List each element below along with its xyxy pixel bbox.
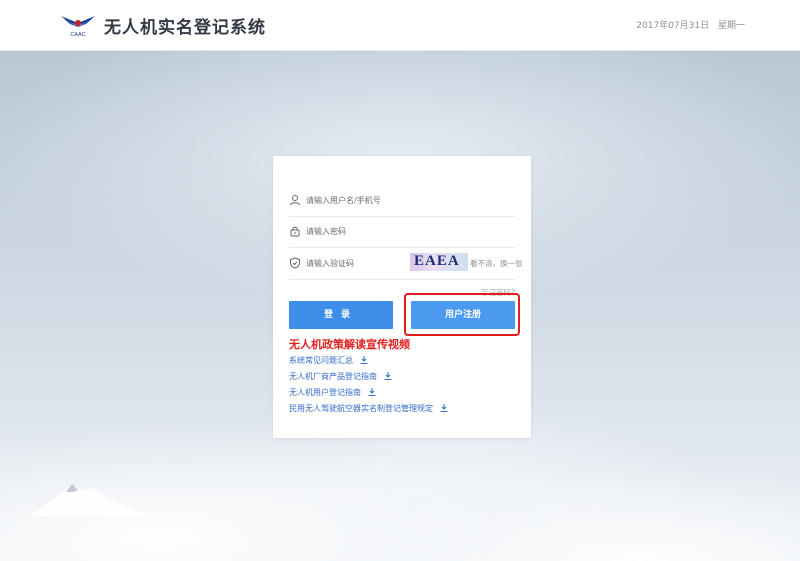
username-placeholder: 请输入用户名/手机号 <box>306 196 381 205</box>
download-links-list: 系统常见问题汇总 无人机厂商产品登记指南 无人机用户登记指南 民用无人驾驶航空器… <box>289 353 448 417</box>
download-link-faq[interactable]: 系统常见问题汇总 <box>289 353 448 369</box>
download-link-user-guide[interactable]: 无人机用户登记指南 <box>289 385 448 401</box>
captcha-field[interactable]: 请输入验证码 EAEA 看不清，换一张 <box>289 249 523 280</box>
download-icon <box>440 404 448 412</box>
mountain-peak-decoration <box>30 484 150 516</box>
download-link-label: 无人机用户登记指南 <box>289 388 361 397</box>
logo-text: CAAC <box>70 32 85 38</box>
weekday-text: 星期一 <box>717 21 745 31</box>
download-icon <box>368 388 376 396</box>
captcha-image[interactable]: EAEA <box>410 253 468 271</box>
header: CAAC 无人机实名登记系统 2017年07月31日 星期一 <box>0 0 800 51</box>
app-title: 无人机实名登记系统 <box>104 18 266 38</box>
login-button[interactable]: 登录 <box>289 301 393 329</box>
download-icon <box>384 372 392 380</box>
user-icon <box>290 195 300 206</box>
login-card: 请输入用户名/手机号 请输入密码 请输入验证码 EAEA 看不清，换一张 忘记密… <box>273 156 531 438</box>
shield-icon <box>290 257 300 269</box>
download-link-regulation[interactable]: 民用无人驾驶航空器实名制登记管理规定 <box>289 401 448 417</box>
date-text: 2017年07月31日 <box>636 21 710 31</box>
lock-icon <box>290 226 300 237</box>
download-link-label: 无人机厂商产品登记指南 <box>289 372 377 381</box>
register-highlight-box <box>404 293 520 336</box>
password-field[interactable]: 请输入密码 <box>289 217 515 248</box>
download-link-label: 系统常见问题汇总 <box>289 356 353 365</box>
page: CAAC 无人机实名登记系统 2017年07月31日 星期一 请输入用户名/手机… <box>0 0 800 561</box>
download-link-manufacturer-guide[interactable]: 无人机厂商产品登记指南 <box>289 369 448 385</box>
captcha-refresh-link[interactable]: 看不清，换一张 <box>470 258 523 269</box>
policy-video-link[interactable]: 无人机政策解读宣传视频 <box>289 336 410 352</box>
header-date: 2017年07月31日 星期一 <box>630 18 745 31</box>
download-icon <box>360 356 368 364</box>
caac-logo-icon: CAAC <box>61 16 95 38</box>
captcha-placeholder: 请输入验证码 <box>306 259 354 268</box>
download-link-label: 民用无人驾驶航空器实名制登记管理规定 <box>289 404 433 413</box>
username-field[interactable]: 请输入用户名/手机号 <box>289 186 515 217</box>
captcha-code: EAEA <box>414 253 460 269</box>
password-placeholder: 请输入密码 <box>306 227 346 236</box>
